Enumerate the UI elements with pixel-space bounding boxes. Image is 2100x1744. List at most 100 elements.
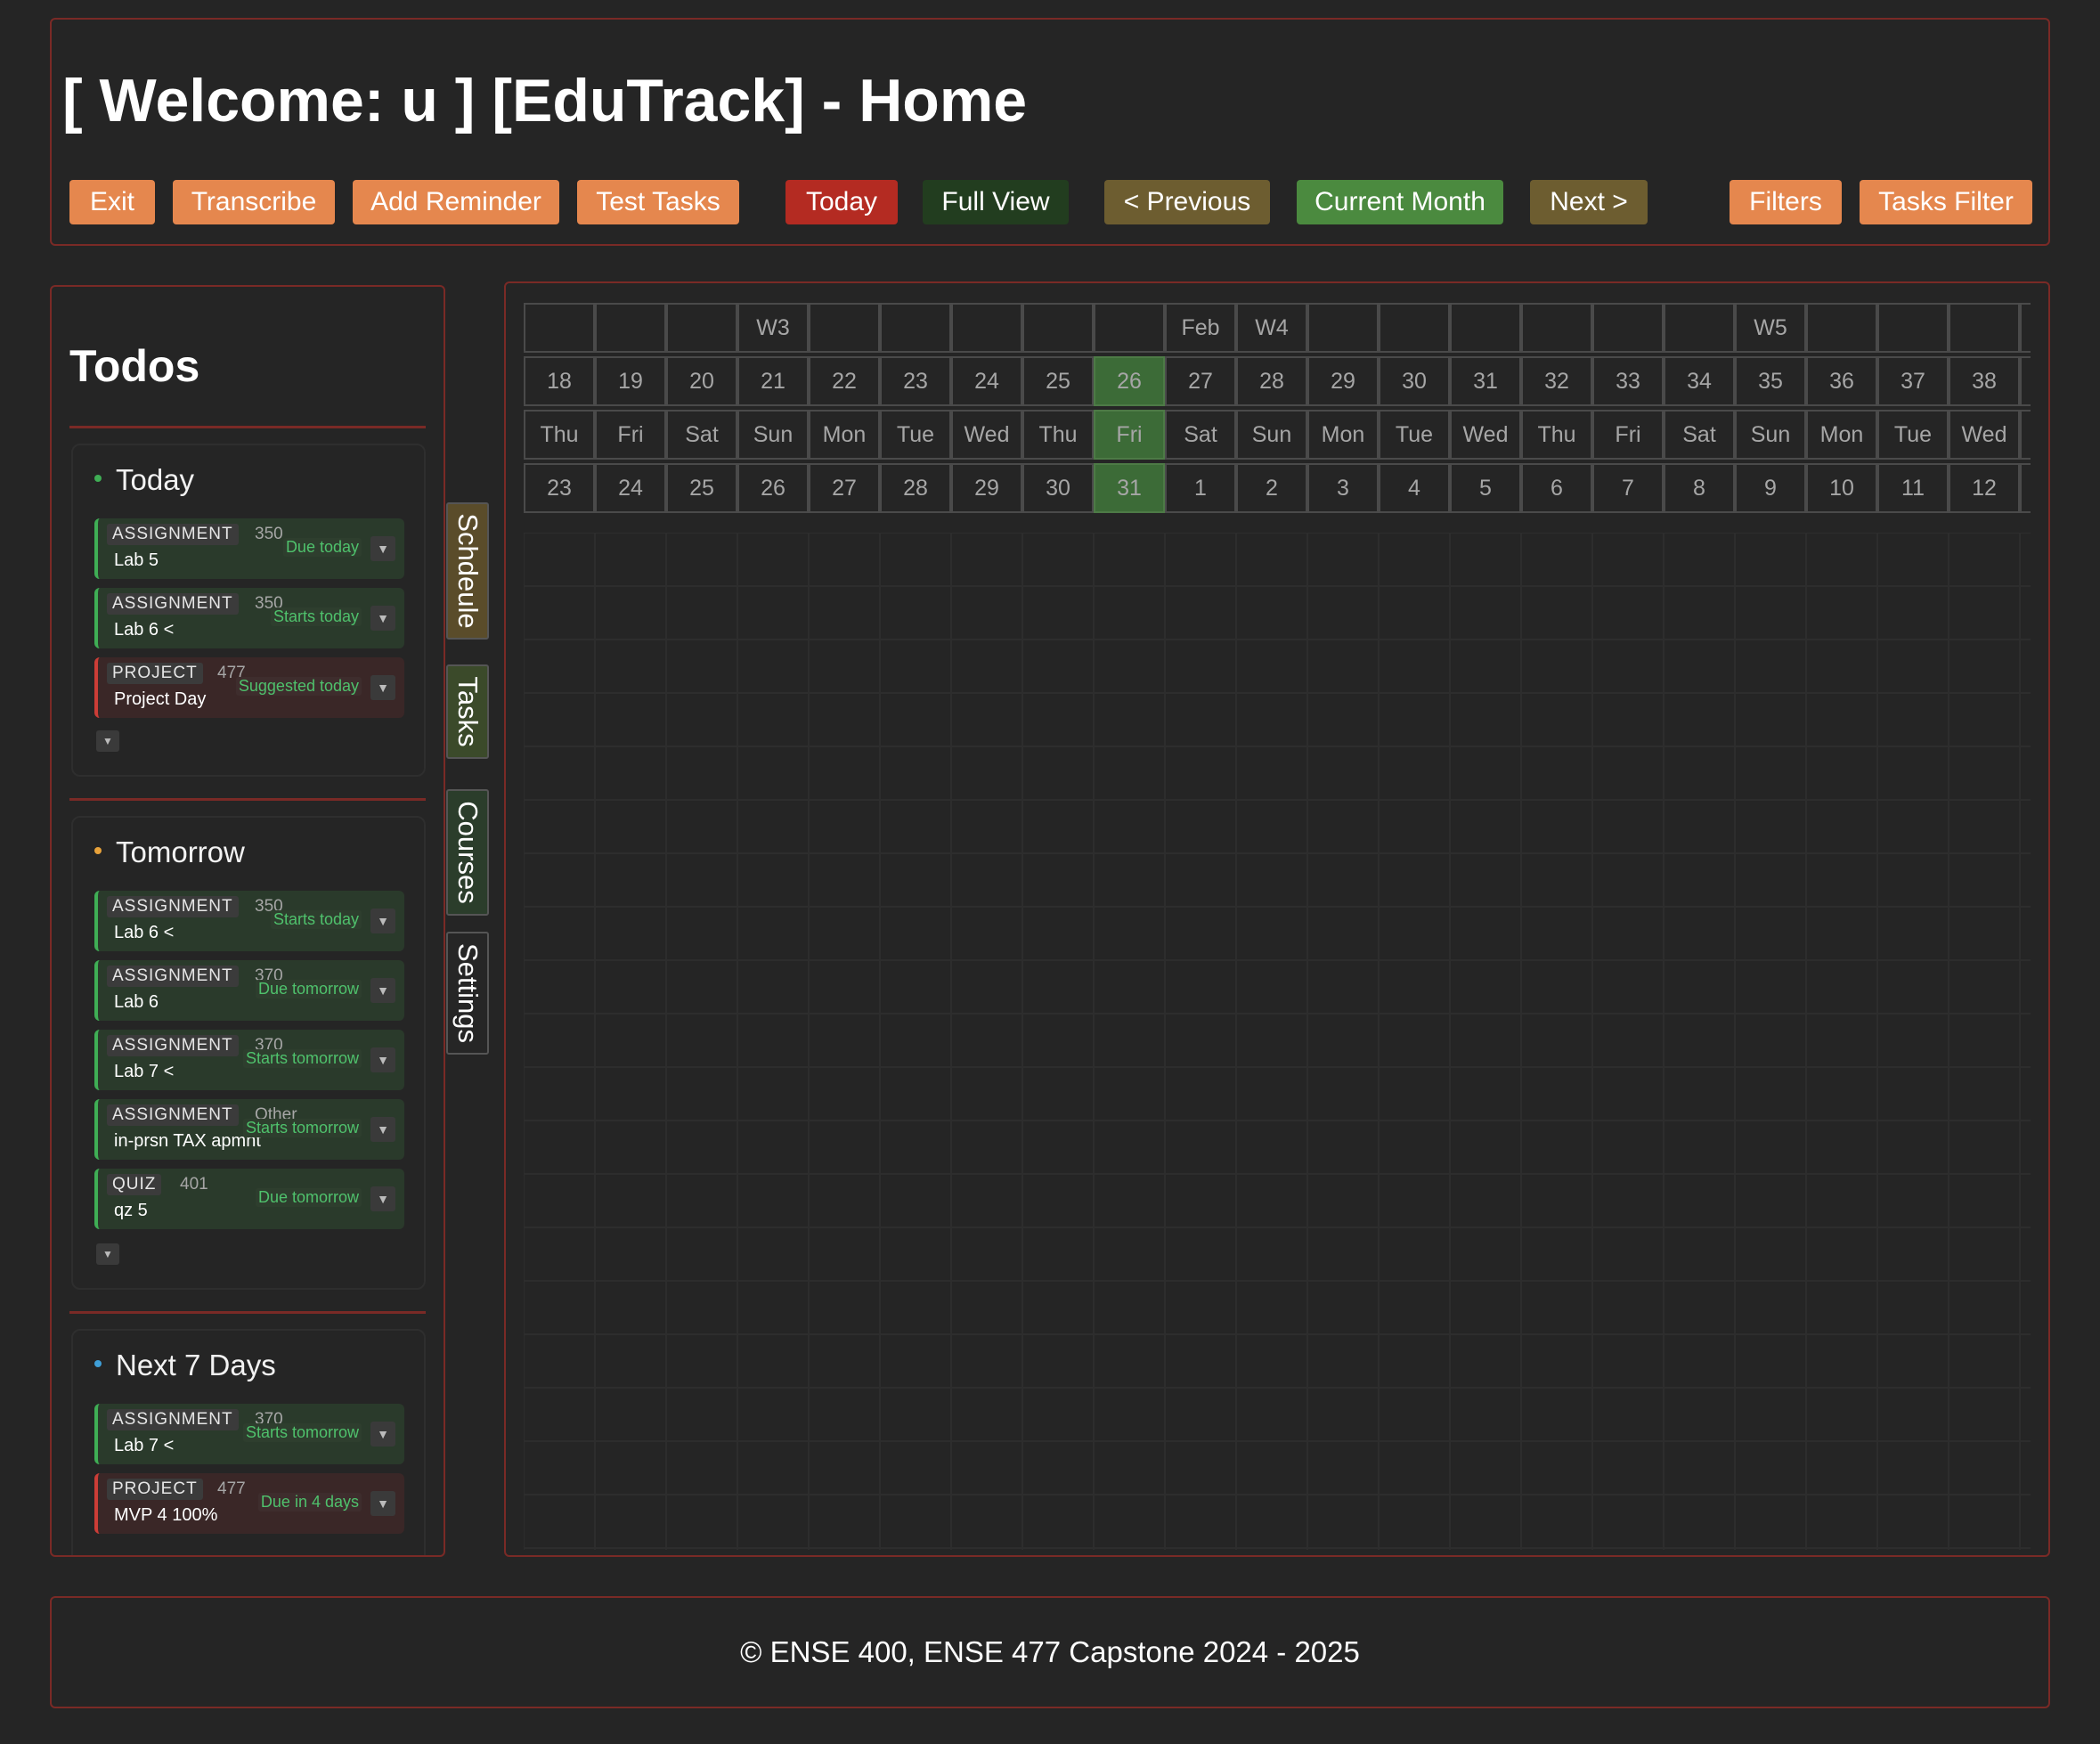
calendar-slot[interactable]	[737, 1067, 809, 1121]
calendar-slot[interactable]	[1450, 853, 1521, 907]
calendar-slot[interactable]	[595, 1548, 666, 1550]
calendar-weekday-cell[interactable]: Sun	[737, 410, 809, 460]
calendar-slot[interactable]	[951, 1334, 1022, 1388]
calendar-weekday-cell[interactable]: Thu	[1022, 410, 1094, 460]
calendar-slot[interactable]	[1165, 1495, 1236, 1548]
calendar-slot[interactable]	[595, 1334, 666, 1388]
calendar-slot[interactable]	[1307, 746, 1379, 800]
calendar-slot[interactable]	[809, 853, 880, 907]
calendar-slot[interactable]	[1877, 1388, 1949, 1441]
calendar-slot[interactable]	[666, 1174, 737, 1227]
calendar-slot[interactable]	[809, 1174, 880, 1227]
calendar-slot[interactable]	[1307, 586, 1379, 640]
calendar-day-number-cell[interactable]: 32	[1521, 356, 1592, 406]
calendar-slot[interactable]	[1877, 853, 1949, 907]
task-dropdown-chevron-icon[interactable]: ▼	[370, 1491, 395, 1516]
calendar-slot[interactable]	[1521, 1014, 1592, 1067]
calendar-slot[interactable]	[737, 853, 809, 907]
calendar-slot[interactable]	[1307, 1174, 1379, 1227]
calendar-week-cell[interactable]	[809, 303, 880, 353]
calendar-slot[interactable]	[2020, 1014, 2031, 1067]
calendar-slot[interactable]	[1877, 693, 1949, 746]
calendar-slot[interactable]	[880, 1495, 951, 1548]
calendar-slot[interactable]	[1949, 1174, 2020, 1227]
calendar-slot[interactable]	[737, 1334, 809, 1388]
calendar-slot[interactable]	[1592, 746, 1664, 800]
calendar-slot[interactable]	[1379, 693, 1450, 746]
calendar-date-cell[interactable]	[2020, 463, 2031, 513]
calendar-slot[interactable]	[880, 640, 951, 693]
calendar-slot[interactable]	[1806, 1495, 1877, 1548]
calendar-slot[interactable]	[1450, 1121, 1521, 1174]
calendar-slot[interactable]	[951, 907, 1022, 960]
calendar-slot[interactable]	[1521, 907, 1592, 960]
task-card[interactable]: ASSIGNMENT Other in-prsn TAX apmnt Starts t…	[94, 1099, 404, 1160]
calendar-slot[interactable]	[1735, 1067, 1806, 1121]
calendar-day-number-cell[interactable]: 25	[1022, 356, 1094, 406]
calendar-date-cell[interactable]: 29	[951, 463, 1022, 513]
calendar-slot[interactable]	[524, 533, 595, 586]
calendar-slot[interactable]	[1735, 586, 1806, 640]
calendar-slot[interactable]	[2020, 693, 2031, 746]
task-dropdown-chevron-icon[interactable]: ▼	[370, 978, 395, 1003]
calendar-slot[interactable]	[1165, 533, 1236, 586]
calendar-slot[interactable]	[880, 1548, 951, 1550]
calendar-slot[interactable]	[1022, 907, 1094, 960]
task-dropdown-chevron-icon[interactable]: ▼	[370, 1186, 395, 1211]
calendar-slot[interactable]	[737, 960, 809, 1014]
calendar-slot[interactable]	[1877, 1227, 1949, 1281]
calendar-date-cell[interactable]: 25	[666, 463, 737, 513]
calendar-day-number-cell[interactable]: 29	[1307, 356, 1379, 406]
calendar-slot[interactable]	[1735, 800, 1806, 853]
calendar-slot[interactable]	[951, 1441, 1022, 1495]
calendar-slot[interactable]	[1806, 746, 1877, 800]
calendar-slot[interactable]	[1450, 960, 1521, 1014]
calendar-slot[interactable]	[1450, 586, 1521, 640]
calendar-slot[interactable]	[1165, 1014, 1236, 1067]
calendar-day-number-cell[interactable]: 27	[1165, 356, 1236, 406]
calendar-slot[interactable]	[737, 586, 809, 640]
calendar-slot[interactable]	[524, 1227, 595, 1281]
calendar-slot[interactable]	[1521, 1067, 1592, 1121]
calendar-slot[interactable]	[1236, 1334, 1307, 1388]
calendar-slot[interactable]	[1521, 1121, 1592, 1174]
calendar-weekday-cell[interactable]: Fri	[1094, 410, 1165, 460]
calendar-slot[interactable]	[1735, 746, 1806, 800]
calendar-slot[interactable]	[737, 1014, 809, 1067]
calendar-slot[interactable]	[1592, 907, 1664, 960]
calendar-weekday-cell[interactable]: Sun	[1735, 410, 1806, 460]
calendar-week-cell[interactable]	[1094, 303, 1165, 353]
calendar-weekday-cell[interactable]: Tue	[880, 410, 951, 460]
calendar-slot[interactable]	[2020, 640, 2031, 693]
calendar-slot[interactable]	[951, 1121, 1022, 1174]
calendar-slot[interactable]	[1379, 1441, 1450, 1495]
calendar-slot[interactable]	[809, 960, 880, 1014]
calendar-slot[interactable]	[809, 693, 880, 746]
calendar-slot[interactable]	[809, 907, 880, 960]
calendar-slot[interactable]	[1165, 1441, 1236, 1495]
calendar-slot[interactable]	[1806, 640, 1877, 693]
calendar-slot[interactable]	[666, 1334, 737, 1388]
calendar-slot[interactable]	[524, 640, 595, 693]
calendar-slot[interactable]	[595, 533, 666, 586]
calendar-slot[interactable]	[1877, 1441, 1949, 1495]
calendar-slot[interactable]	[1022, 693, 1094, 746]
calendar-slot[interactable]	[737, 1548, 809, 1550]
calendar-slot[interactable]	[880, 1174, 951, 1227]
calendar-slot[interactable]	[2020, 1227, 2031, 1281]
calendar-slot[interactable]	[1877, 746, 1949, 800]
calendar-slot[interactable]	[524, 693, 595, 746]
calendar-weekday-cell[interactable]: Mon	[1307, 410, 1379, 460]
calendar-slot[interactable]	[1664, 1174, 1735, 1227]
calendar-slot[interactable]	[809, 746, 880, 800]
calendar-weekday-cell[interactable]: Mon	[809, 410, 880, 460]
calendar-slot[interactable]	[809, 1067, 880, 1121]
calendar-slot[interactable]	[1664, 800, 1735, 853]
calendar-slot[interactable]	[1165, 853, 1236, 907]
calendar-slot[interactable]	[1949, 800, 2020, 853]
calendar-slot[interactable]	[1307, 1441, 1379, 1495]
calendar-slot[interactable]	[1165, 1067, 1236, 1121]
calendar-slot[interactable]	[1592, 693, 1664, 746]
calendar-slot[interactable]	[2020, 1334, 2031, 1388]
calendar-week-cell[interactable]	[1379, 303, 1450, 353]
